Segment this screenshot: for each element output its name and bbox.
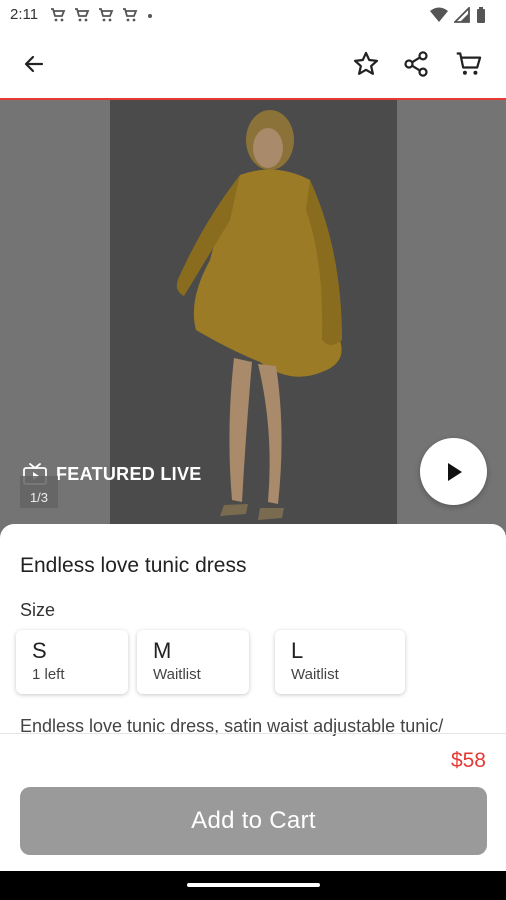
product-media[interactable]: FEATURED LIVE 1/3 [0,100,506,540]
share-icon [404,51,428,77]
size-letter: L [291,638,304,663]
size-option-s[interactable]: S 1 left [16,630,128,694]
cart-notification-icon [75,8,90,22]
back-button[interactable] [14,44,54,84]
dot-icon [148,14,152,18]
cart-icon [456,52,482,75]
size-letter: S [32,638,47,663]
play-video-button[interactable] [420,438,487,505]
image-counter: 1/3 [20,476,58,508]
divider [0,733,506,734]
wifi-icon [430,7,448,22]
cart-button[interactable] [449,44,489,84]
add-to-cart-button[interactable]: Add to Cart [20,787,487,855]
home-gesture-handle[interactable] [187,883,320,887]
share-button[interactable] [396,44,436,84]
signal-icon [454,7,470,23]
cart-notification-icon [99,8,114,22]
size-availability: Waitlist [153,666,201,683]
app-bar [0,30,506,100]
product-price: $58 [450,749,486,772]
product-title: Endless love tunic dress [20,554,247,577]
size-availability: Waitlist [291,666,339,683]
featured-live-label: FEATURED LIVE [56,463,202,484]
status-bar: 2:11 [0,0,506,30]
product-description: Endless love tunic dress, satin waist ad… [20,716,444,736]
battery-icon [477,7,485,23]
arrow-left-icon [24,55,44,73]
size-option-l[interactable]: L Waitlist [275,630,405,694]
star-outline-icon [353,51,379,75]
favorite-button[interactable] [346,44,386,84]
notification-icons [50,7,154,23]
cart-notification-icon [51,8,66,22]
status-time: 2:11 [10,6,39,23]
cart-notification-icon [123,8,138,22]
size-label: Size [20,600,56,620]
system-icons [430,7,486,23]
size-option-m[interactable]: M Waitlist [137,630,249,694]
play-icon [447,462,462,481]
size-availability: 1 left [32,666,65,683]
size-letter: M [153,638,172,663]
